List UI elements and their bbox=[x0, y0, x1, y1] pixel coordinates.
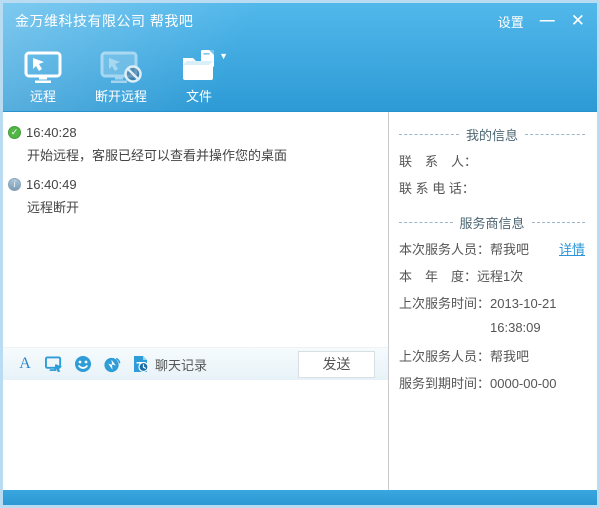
disconnect-remote-button[interactable]: 断开远程 bbox=[95, 47, 147, 105]
message-time: 16:40:28 bbox=[26, 125, 77, 140]
last-agent-value: 帮我吧 bbox=[490, 343, 529, 370]
last-agent-label: 上次服务人员： bbox=[399, 343, 490, 370]
contact-person-label: 联 系 人： bbox=[399, 148, 477, 175]
last-service-time-value: 2013-10-21 16:38:09 bbox=[490, 290, 557, 343]
font-icon[interactable]: A bbox=[16, 355, 34, 373]
contact-phone-row: 联 系 电 话： bbox=[399, 175, 585, 202]
my-info-section-title: 我的信息 bbox=[399, 120, 585, 148]
provider-title-text: 服务商信息 bbox=[460, 213, 525, 232]
current-agent-value: 帮我吧 bbox=[490, 236, 529, 263]
window-title: 金万维科技有限公司 帮我吧 bbox=[15, 11, 498, 31]
minimize-button[interactable]: — bbox=[540, 16, 555, 26]
shake-window-icon[interactable] bbox=[103, 355, 121, 373]
service-expiry-row: 服务到期时间： 0000-00-00 bbox=[399, 370, 585, 397]
file-button[interactable]: ▼ 文件 bbox=[175, 47, 223, 105]
send-button[interactable]: 发送 bbox=[298, 351, 375, 378]
dashed-divider bbox=[532, 222, 586, 223]
message-text: 开始远程，客服已经可以查看并操作您的桌面 bbox=[8, 144, 380, 172]
current-agent-label: 本次服务人员： bbox=[399, 236, 490, 263]
toolbar: 远程 断开远程 bbox=[3, 39, 597, 105]
header: 金万维科技有限公司 帮我吧 设置 — ✕ 远程 bbox=[3, 3, 597, 112]
provider-section-title: 服务商信息 bbox=[399, 208, 585, 236]
composer-toolbar: A bbox=[3, 347, 388, 380]
file-dropdown-caret-icon[interactable]: ▼ bbox=[219, 51, 228, 61]
chat-history-icon bbox=[132, 355, 150, 373]
disconnect-label: 断开远程 bbox=[95, 86, 147, 105]
message-header: i 16:40:49 bbox=[8, 172, 380, 196]
message: i 16:40:49 远程断开 bbox=[8, 172, 380, 224]
remote-label: 远程 bbox=[30, 86, 56, 105]
disconnect-monitor-icon bbox=[100, 47, 142, 83]
chat-history-label: 聊天记录 bbox=[155, 355, 207, 374]
message-header: ✓ 16:40:28 bbox=[8, 120, 380, 144]
font-glyph: A bbox=[19, 356, 31, 372]
message: ✓ 16:40:28 开始远程，客服已经可以查看并操作您的桌面 bbox=[8, 120, 380, 172]
last-service-date: 2013-10-21 bbox=[490, 290, 557, 317]
info-panel: 我的信息 联 系 人： 联 系 电 话： 服务商信息 本次服务人员： 帮我吧 详 bbox=[389, 112, 597, 490]
message-list[interactable]: ✓ 16:40:28 开始远程，客服已经可以查看并操作您的桌面 i 16:40:… bbox=[3, 112, 388, 347]
remote-monitor-icon bbox=[24, 47, 62, 83]
chat-history-button[interactable]: 聊天记录 bbox=[132, 355, 207, 374]
window-controls: 设置 — ✕ bbox=[498, 12, 585, 31]
info-icon: i bbox=[8, 178, 21, 191]
my-info-title-text: 我的信息 bbox=[466, 125, 518, 144]
chat-column: ✓ 16:40:28 开始远程，客服已经可以查看并操作您的桌面 i 16:40:… bbox=[3, 112, 389, 490]
message-input[interactable] bbox=[3, 380, 388, 490]
details-link[interactable]: 详情 bbox=[559, 236, 585, 263]
dashed-divider bbox=[399, 222, 453, 223]
file-label: 文件 bbox=[186, 86, 212, 105]
contact-phone-label: 联 系 电 话： bbox=[399, 175, 475, 202]
this-year-label: 本 年 度： bbox=[399, 263, 477, 290]
last-service-time-label: 上次服务时间： bbox=[399, 290, 490, 317]
app-window: 金万维科技有限公司 帮我吧 设置 — ✕ 远程 bbox=[0, 0, 600, 508]
message-time: 16:40:49 bbox=[26, 177, 77, 192]
contact-person-row: 联 系 人： bbox=[399, 148, 585, 175]
title-bar[interactable]: 金万维科技有限公司 帮我吧 设置 — ✕ bbox=[3, 3, 597, 39]
settings-button[interactable]: 设置 bbox=[498, 12, 524, 31]
main-area: ✓ 16:40:28 开始远程，客服已经可以查看并操作您的桌面 i 16:40:… bbox=[3, 112, 597, 490]
this-year-row: 本 年 度： 远程1次 bbox=[399, 263, 585, 290]
dashed-divider bbox=[399, 134, 459, 135]
this-year-value: 远程1次 bbox=[477, 263, 523, 290]
last-agent-row: 上次服务人员： 帮我吧 bbox=[399, 343, 585, 370]
file-folder-icon: ▼ bbox=[180, 47, 218, 83]
screen-capture-icon[interactable] bbox=[45, 355, 63, 373]
current-agent-row: 本次服务人员： 帮我吧 详情 bbox=[399, 236, 585, 263]
last-service-clock: 16:38:09 bbox=[490, 317, 557, 343]
close-button[interactable]: ✕ bbox=[571, 14, 585, 28]
remote-button[interactable]: 远程 bbox=[19, 47, 67, 105]
service-expiry-label: 服务到期时间： bbox=[399, 370, 490, 397]
message-text: 远程断开 bbox=[8, 196, 380, 224]
success-icon: ✓ bbox=[8, 126, 21, 139]
dashed-divider bbox=[525, 134, 585, 135]
service-expiry-value: 0000-00-00 bbox=[490, 370, 557, 397]
status-bar bbox=[3, 490, 597, 505]
emoji-icon[interactable] bbox=[74, 355, 92, 373]
last-service-time-row: 上次服务时间： 2013-10-21 16:38:09 bbox=[399, 290, 585, 343]
